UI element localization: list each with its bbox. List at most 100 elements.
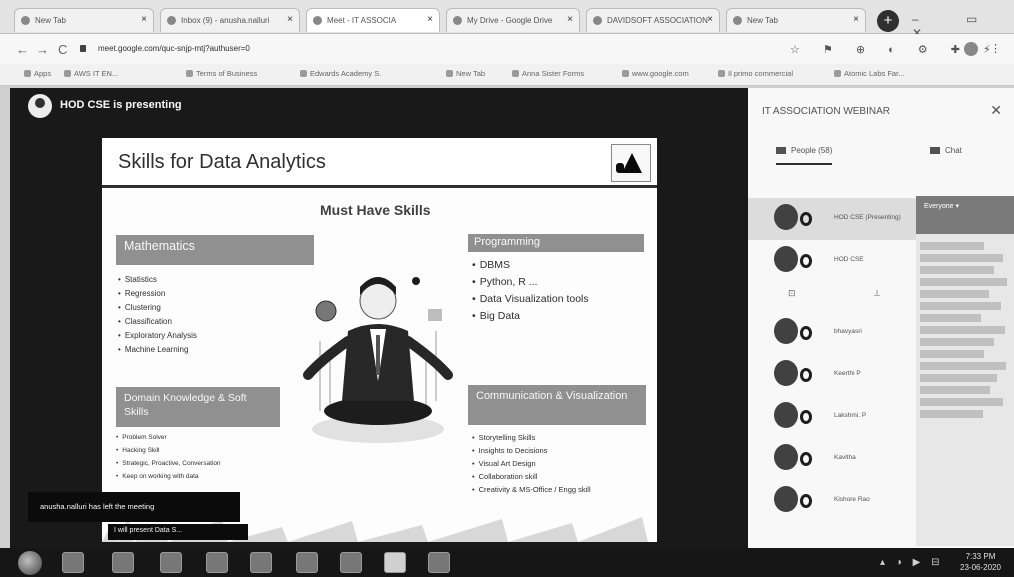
browser-menu-icon[interactable]: ⋮	[990, 42, 1001, 55]
chat-recipient-dropdown[interactable]: Everyone ▾	[916, 196, 1014, 234]
tab-label: Inbox (9) - anusha.nalluri	[181, 16, 270, 25]
mic-icon	[800, 452, 812, 466]
tab-people[interactable]: People (58)	[776, 146, 833, 165]
start-button[interactable]	[18, 551, 42, 575]
clock-time: 7:33 PM	[965, 552, 996, 561]
slide-subtitle: Must Have Skills	[320, 202, 431, 218]
tab-favicon-icon	[593, 16, 602, 25]
app-taskbar-icon[interactable]	[206, 552, 228, 573]
app-taskbar-icon[interactable]	[340, 552, 362, 573]
list-item: Exploratory Analysis	[118, 329, 197, 343]
chat-message	[920, 386, 990, 394]
tab-favicon-icon	[167, 16, 176, 25]
slide-title: Skills for Data Analytics	[118, 151, 326, 173]
back-button[interactable]: ←	[16, 42, 29, 57]
close-tab-icon[interactable]: ×	[287, 14, 293, 25]
pin-icon[interactable]: ⊡	[788, 288, 796, 299]
tab-favicon-icon	[733, 16, 742, 25]
browser-tab-active[interactable]: Meet - IT ASSOCIA ×	[306, 8, 440, 32]
list-item: Python, R ...	[472, 274, 589, 291]
participant-row[interactable]: Lakshmi. P	[748, 396, 916, 438]
chat-message	[920, 254, 1003, 262]
mic-icon	[800, 326, 812, 340]
participant-row[interactable]: HOD CSE (Presenting)	[748, 198, 916, 240]
bookmark-item[interactable]: Apps	[24, 69, 51, 78]
explorer-taskbar-icon[interactable]	[62, 552, 84, 573]
bookmark-item[interactable]: AWS IT EN...	[64, 69, 118, 78]
bookmark-item[interactable]: Terms of Business	[186, 69, 257, 78]
chat-message	[920, 278, 1008, 286]
chat-message	[920, 350, 985, 358]
bookmark-item[interactable]: Atomic Labs Far...	[834, 69, 904, 78]
chat-recipient-label: Everyone ▾	[924, 203, 960, 210]
participant-avatar	[774, 402, 798, 428]
folder-taskbar-icon[interactable]	[160, 552, 182, 573]
section-heading-mathematics: Mathematics	[116, 235, 314, 265]
mathematics-list: Statistics Regression Clustering Classif…	[118, 273, 197, 357]
browser-tab[interactable]: New Tab ×	[726, 8, 866, 32]
taskbar-clock[interactable]: 7:33 PM 23-06-2020	[960, 551, 1001, 573]
list-item: Machine Learning	[118, 343, 197, 357]
tab-favicon-icon	[313, 16, 322, 25]
chrome-taskbar-icon[interactable]	[250, 552, 272, 573]
list-item: Storytelling Skills	[472, 431, 591, 444]
participant-avatar	[774, 246, 798, 272]
app-taskbar-icon[interactable]	[428, 552, 450, 573]
list-item: Problem Solver	[116, 431, 221, 444]
system-tray[interactable]: ▴ ◑ ▶ ⊟	[880, 557, 943, 568]
participant-row[interactable]: Keerthi P	[748, 354, 916, 396]
bookmark-item[interactable]: Il primo commercial	[718, 69, 793, 78]
reload-button[interactable]: C	[58, 42, 67, 57]
participant-row[interactable]: Kavitha	[748, 438, 916, 480]
browser-tab[interactable]: My Drive - Google Drive ×	[446, 8, 580, 32]
meet-taskbar-icon[interactable]	[384, 552, 406, 573]
close-tab-icon[interactable]: ×	[141, 14, 147, 25]
bookmark-item[interactable]: Anna Sister Forms	[512, 69, 584, 78]
skype-taskbar-icon[interactable]	[296, 552, 318, 573]
list-item: Data Visualization tools	[472, 291, 589, 308]
bookmark-item[interactable]: www.google.com	[622, 69, 689, 78]
close-tab-icon[interactable]: ×	[853, 14, 859, 25]
live-caption: I will present Data S...	[108, 524, 248, 540]
browser-tab[interactable]: New Tab ×	[14, 8, 154, 32]
bookmark-item[interactable]: New Tab	[446, 69, 485, 78]
presenter-avatar-icon	[28, 94, 52, 118]
list-item: DBMS	[472, 257, 589, 274]
participant-row[interactable]: HOD CSE	[748, 240, 916, 282]
chat-icon	[930, 147, 940, 154]
close-tab-icon[interactable]: ×	[567, 14, 573, 25]
media-taskbar-icon[interactable]	[112, 552, 134, 573]
list-item: Clustering	[118, 301, 197, 315]
forward-button[interactable]: →	[36, 42, 49, 57]
list-item: Big Data	[472, 308, 589, 325]
url-input[interactable]: meet.google.com/quc-snjp-mtj?authuser=0	[88, 40, 778, 58]
list-item: Hacking Skill	[116, 444, 221, 457]
mute-icon[interactable]: ⟂	[874, 288, 880, 299]
profile-avatar[interactable]	[964, 42, 978, 56]
bookmark-item[interactable]: Edwards Academy S.	[300, 69, 381, 78]
browser-tab[interactable]: Inbox (9) - anusha.nalluri ×	[160, 8, 300, 32]
address-bar-row: ← → C meet.google.com/quc-snjp-mtj?authu…	[0, 34, 1014, 64]
shared-slide: Skills for Data Analytics Must Have Skil…	[102, 138, 657, 542]
participant-name: bhavyasri	[834, 328, 862, 335]
participant-row[interactable]: Kishore Rao	[748, 480, 916, 522]
participant-name: Kishore Rao	[834, 496, 870, 503]
browser-tab[interactable]: DAVIDSOFT ASSOCIATION ×	[586, 8, 720, 32]
chat-message	[920, 410, 983, 418]
list-item: Creativity & MS-Office / Engg skill	[472, 483, 591, 496]
meditating-analyst-illustration	[303, 277, 453, 443]
close-tab-icon[interactable]: ×	[427, 14, 433, 25]
participant-actions: ⊡ ⟂	[748, 282, 916, 312]
browser-tab-bar: New Tab × Inbox (9) - anusha.nalluri × Mee…	[0, 0, 1014, 40]
os-taskbar: ▴ ◑ ▶ ⊟ 7:33 PM 23-06-2020	[0, 548, 1014, 577]
close-panel-button[interactable]: ✕	[990, 102, 1002, 119]
new-tab-button[interactable]: +	[877, 10, 899, 32]
mic-icon	[800, 368, 812, 382]
tab-people-label: People (58)	[791, 146, 833, 155]
close-tab-icon[interactable]: ×	[707, 14, 713, 25]
participant-row[interactable]: bhavyasri	[748, 312, 916, 354]
chat-message	[920, 362, 1007, 370]
tab-chat[interactable]: Chat	[930, 146, 962, 163]
chat-message	[920, 338, 994, 346]
tab-favicon-icon	[453, 16, 462, 25]
